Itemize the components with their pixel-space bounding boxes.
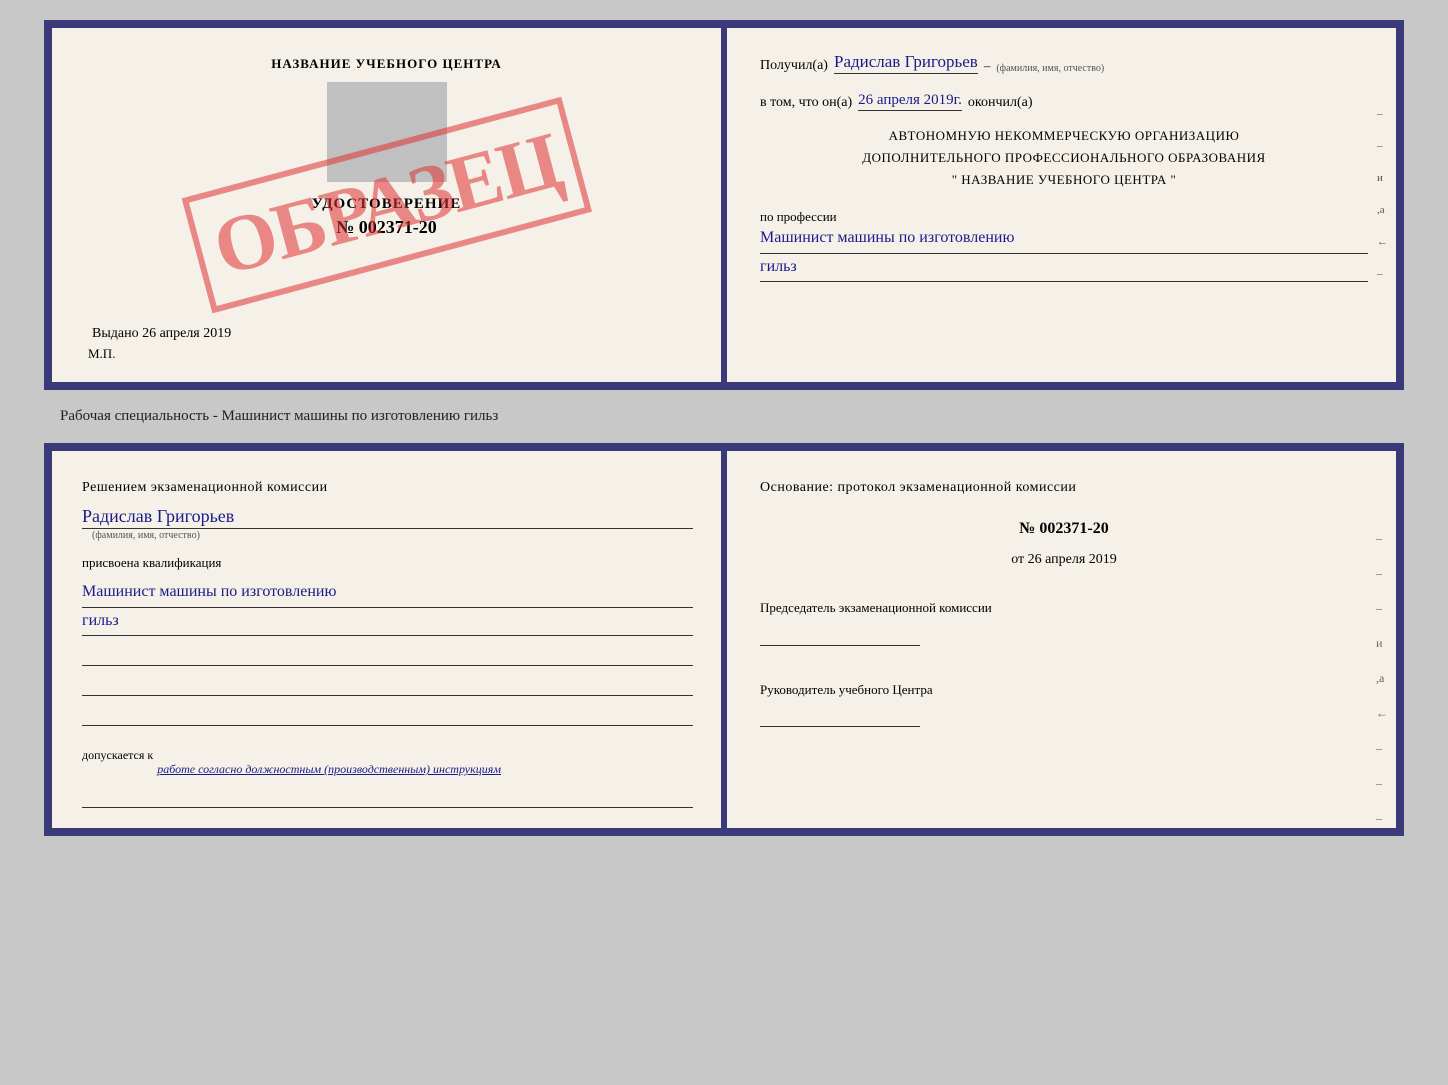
mark6: – bbox=[1377, 268, 1388, 280]
profession-name: Машинист машины по изготовлению bbox=[760, 225, 1368, 254]
mark1: – bbox=[1377, 108, 1388, 120]
person-name-note: (фамилия, имя, отчество) bbox=[92, 530, 693, 541]
name-note: (фамилия, имя, отчество) bbox=[996, 63, 1104, 74]
top-doc-right-panel: Получил(а) Радислав Григорьев – (фамилия… bbox=[724, 28, 1396, 382]
received-prefix: Получил(а) bbox=[760, 58, 828, 74]
org-block: АВТОНОМНУЮ НЕКОММЕРЧЕСКУЮ ОРГАНИЗАЦИЮ ДО… bbox=[760, 125, 1368, 191]
date-value: 26 апреля 2019г. bbox=[858, 92, 962, 111]
issued-label: Выдано bbox=[92, 326, 139, 341]
bottom-document: Решением экзаменационной комиссии Радисл… bbox=[44, 443, 1404, 836]
decision-text: Решением экзаменационной комиссии bbox=[82, 477, 693, 498]
bmark8: – bbox=[1376, 776, 1388, 791]
chairman-signature-line bbox=[760, 626, 920, 646]
bmark2: – bbox=[1376, 566, 1388, 581]
bmark3: – bbox=[1376, 601, 1388, 616]
bmark7: – bbox=[1376, 741, 1388, 756]
top-document: НАЗВАНИЕ УЧЕБНОГО ЦЕНТРА УДОСТОВЕРЕНИЕ №… bbox=[44, 20, 1404, 390]
mark3: и bbox=[1377, 172, 1388, 184]
protocol-date-prefix: от bbox=[1011, 552, 1024, 567]
qualification-name: Машинист машины по изготовлению bbox=[82, 579, 693, 608]
bmark6: ← bbox=[1376, 706, 1388, 721]
qualification-name2: гильз bbox=[82, 608, 693, 637]
date-suffix: окончил(а) bbox=[968, 95, 1033, 111]
cert-logo bbox=[327, 82, 447, 182]
org-line1: АВТОНОМНУЮ НЕКОММЕРЧЕСКУЮ ОРГАНИЗАЦИЮ bbox=[760, 125, 1368, 147]
between-label: Рабочая специальность - Машинист машины … bbox=[60, 408, 498, 425]
top-doc-left-panel: НАЗВАНИЕ УЧЕБНОГО ЦЕНТРА УДОСТОВЕРЕНИЕ №… bbox=[52, 28, 724, 382]
director-block: Руководитель учебного Центра bbox=[760, 680, 1368, 728]
person-name-section: Радислав Григорьев (фамилия, имя, отчест… bbox=[82, 506, 693, 541]
date-prefix: в том, что он(а) bbox=[760, 95, 852, 111]
mark2: – bbox=[1377, 140, 1388, 152]
org-line2: ДОПОЛНИТЕЛЬНОГО ПРОФЕССИОНАЛЬНОГО ОБРАЗО… bbox=[760, 147, 1368, 169]
cert-label: УДОСТОВЕРЕНИЕ bbox=[312, 196, 462, 213]
bottom-doc-left-panel: Решением экзаменационной комиссии Радисл… bbox=[52, 451, 724, 828]
received-name: Радислав Григорьев bbox=[834, 52, 978, 74]
right-side-marks-bottom: – – – и ,а ← – – – bbox=[1376, 531, 1388, 826]
allow-section: допускается к работе согласно должностны… bbox=[82, 748, 693, 778]
person-name: Радислав Григорьев bbox=[82, 506, 693, 529]
received-line: Получил(а) Радислав Григорьев – (фамилия… bbox=[760, 52, 1368, 74]
chairman-block: Председатель экзаменационной комиссии bbox=[760, 598, 1368, 646]
director-signature-line bbox=[760, 707, 920, 727]
basis-text: Основание: протокол экзаменационной коми… bbox=[760, 477, 1368, 498]
protocol-date-value: 26 апреля 2019 bbox=[1028, 552, 1117, 567]
bmark4: и bbox=[1376, 636, 1388, 651]
qualification-section: Машинист машины по изготовлению гильз bbox=[82, 579, 693, 636]
issued-date-value: 26 апреля 2019 bbox=[142, 326, 231, 341]
cert-number: № 002371-20 bbox=[336, 217, 437, 238]
underline3 bbox=[82, 708, 693, 726]
mp-label: М.П. bbox=[88, 346, 115, 362]
mark5: ← bbox=[1377, 236, 1388, 248]
allow-prefix: допускается к bbox=[82, 748, 153, 778]
profession-section: по профессии Машинист машины по изготовл… bbox=[760, 205, 1368, 282]
allow-text: работе согласно должностным (производств… bbox=[157, 760, 501, 778]
protocol-date: от 26 апреля 2019 bbox=[760, 552, 1368, 568]
bmark5: ,а bbox=[1376, 671, 1388, 686]
qualification-label: присвоена квалификация bbox=[82, 555, 693, 571]
profession-label: по профессии bbox=[760, 209, 1368, 225]
protocol-number: № 002371-20 bbox=[760, 520, 1368, 538]
mark4: ,а bbox=[1377, 204, 1388, 216]
underline2 bbox=[82, 678, 693, 696]
bmark1: – bbox=[1376, 531, 1388, 546]
director-label: Руководитель учебного Центра bbox=[760, 680, 1368, 700]
bottom-doc-right-panel: Основание: протокол экзаменационной коми… bbox=[724, 451, 1396, 828]
profession-name2: гильз bbox=[760, 254, 1368, 283]
date-line: в том, что он(а) 26 апреля 2019г. окончи… bbox=[760, 92, 1368, 111]
underline4 bbox=[82, 790, 693, 808]
bmark9: – bbox=[1376, 811, 1388, 826]
cert-center-name: НАЗВАНИЕ УЧЕБНОГО ЦЕНТРА bbox=[271, 56, 502, 72]
issued-date: Выдано 26 апреля 2019 bbox=[92, 326, 231, 342]
underline1 bbox=[82, 648, 693, 666]
chairman-label: Председатель экзаменационной комиссии bbox=[760, 598, 1368, 618]
right-side-marks: – – и ,а ← – bbox=[1377, 108, 1388, 280]
org-line3: " НАЗВАНИЕ УЧЕБНОГО ЦЕНТРА " bbox=[760, 169, 1368, 191]
